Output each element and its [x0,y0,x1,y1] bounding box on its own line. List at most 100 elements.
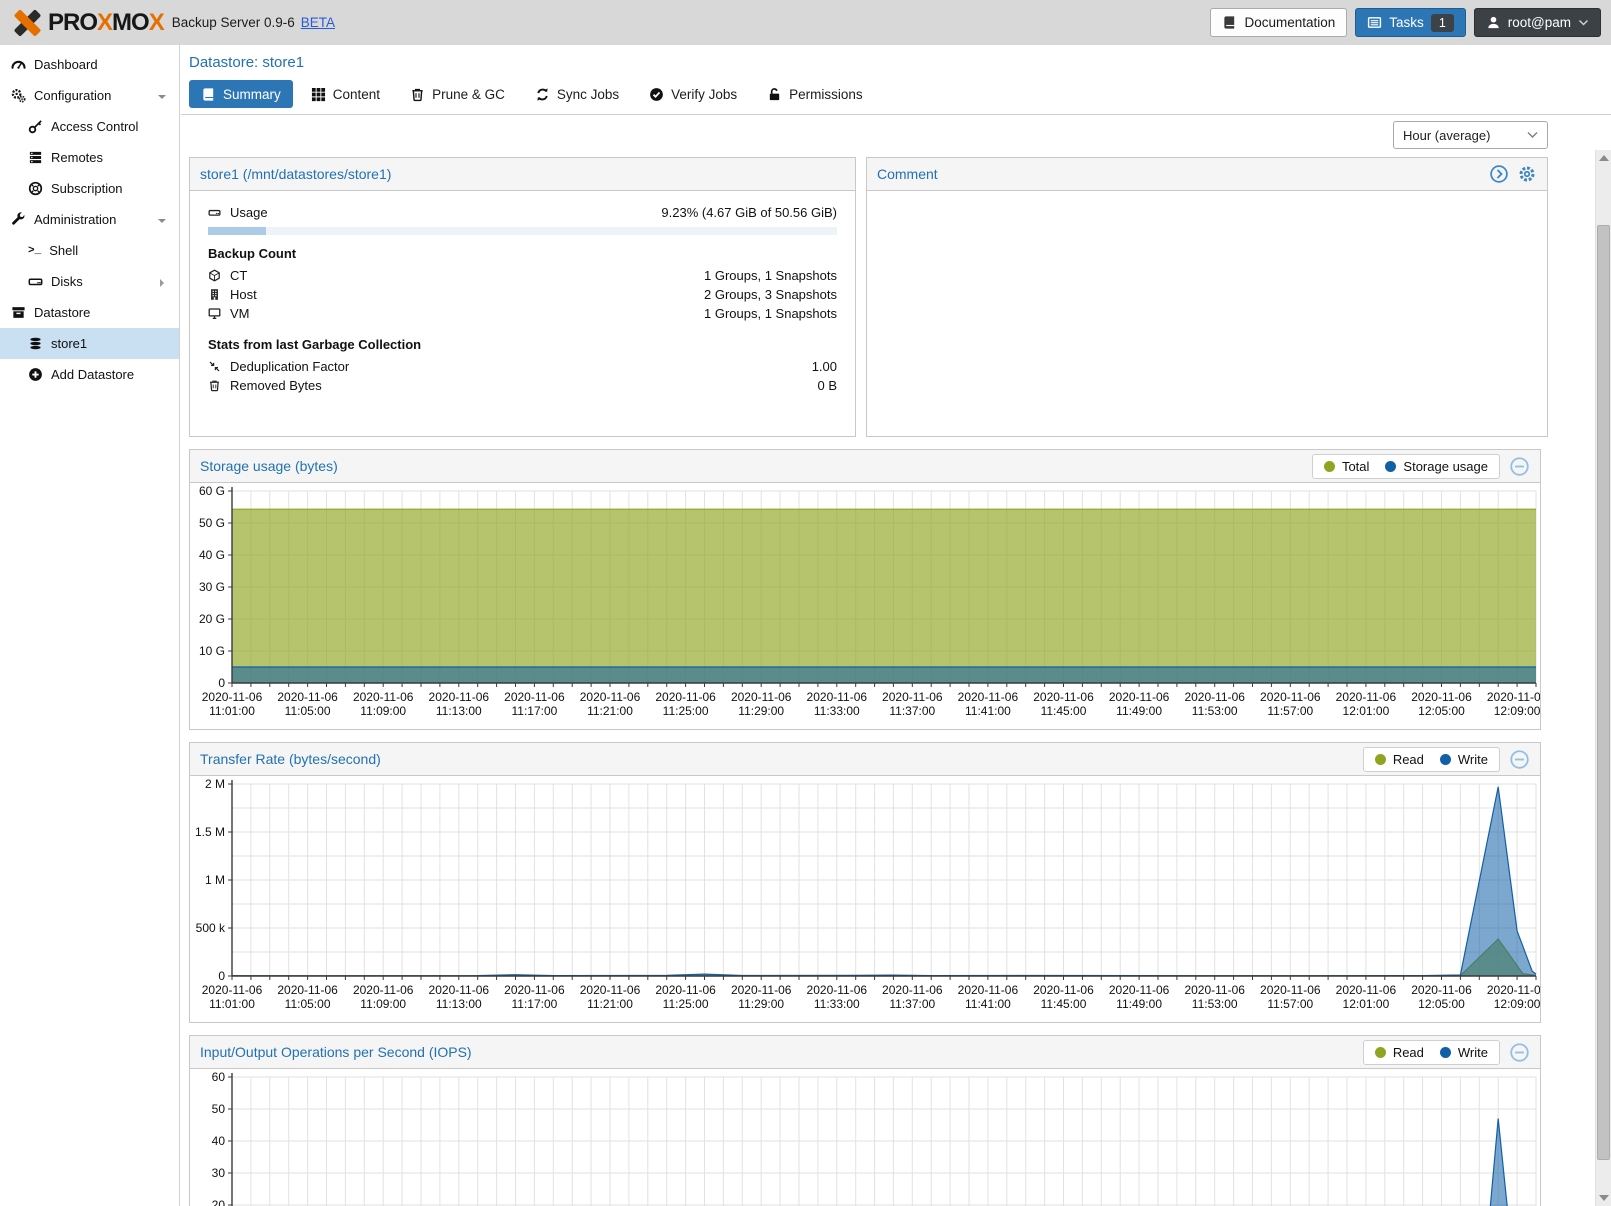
svg-text:2020-11-06: 2020-11-06 [1033,690,1094,704]
legend-item-read[interactable]: Read [1375,1045,1424,1060]
legend-item-total[interactable]: Total [1324,459,1369,474]
collapse-minus-circle-icon[interactable] [1509,749,1530,770]
dedup-label: Deduplication Factor [230,359,349,374]
svg-text:2020-11-06: 2020-11-06 [807,690,868,704]
tab-prune-gc[interactable]: Prune & GC [398,80,517,108]
iops-chart-panel: Input/Output Operations per Second (IOPS… [189,1035,1541,1206]
collapse-minus-circle-icon[interactable] [1509,456,1530,477]
ct-row: CT 1 Groups, 1 Snapshots [208,266,837,285]
proxmox-x-icon [10,6,44,40]
sidebar-item-label: Remotes [51,150,103,165]
vertical-scrollbar[interactable] [1595,150,1611,1206]
tasks-button[interactable]: Tasks 1 [1355,8,1465,37]
svg-text:11:41:00: 11:41:00 [965,997,1011,1011]
storage-usage-chart: 60 G50 G40 G30 G20 G10 G02020-11-0611:01… [190,483,1540,729]
gears-icon [11,88,26,103]
svg-text:11:17:00: 11:17:00 [511,997,557,1011]
svg-text:500 k: 500 k [196,921,226,935]
svg-text:11:13:00: 11:13:00 [436,704,482,718]
svg-text:11:21:00: 11:21:00 [587,704,633,718]
collapse-caret-icon[interactable] [157,214,167,229]
svg-text:60: 60 [212,1070,226,1084]
trash-icon [208,379,230,392]
sidebar-item-add-datastore[interactable]: Add Datastore [0,359,179,390]
chart-title: Input/Output Operations per Second (IOPS… [200,1044,472,1060]
desktop-icon [208,307,230,320]
documentation-button[interactable]: Documentation [1210,8,1347,37]
tab-sync-jobs[interactable]: Sync Jobs [523,80,631,108]
expand-caret-icon[interactable] [157,276,167,291]
tasks-label: Tasks [1389,15,1424,30]
legend-item-write[interactable]: Write [1440,1045,1488,1060]
svg-text:11:13:00: 11:13:00 [436,997,482,1011]
dedup-value: 1.00 [812,359,837,374]
page-title: Datastore: store1 [189,54,1611,71]
svg-text:11:53:00: 11:53:00 [1192,704,1238,718]
tab-permissions[interactable]: Permissions [755,80,875,108]
usage-row: Usage 9.23% (4.67 GiB of 50.56 GiB) [208,203,837,222]
tasks-count-badge: 1 [1431,14,1454,32]
beta-link[interactable]: BETA [301,15,335,30]
legend-dot [1375,754,1386,765]
svg-text:2020-11-06: 2020-11-06 [504,690,565,704]
svg-text:11:45:00: 11:45:00 [1041,704,1087,718]
svg-text:2020-11-06: 2020-11-06 [731,983,792,997]
proxmox-logo: PROXMOX [10,6,164,40]
legend-label: Write [1458,752,1488,767]
svg-text:11:05:00: 11:05:00 [285,704,331,718]
chevron-down-icon [1578,19,1589,27]
scroll-down-arrow[interactable] [1596,1190,1611,1206]
svg-text:11:49:00: 11:49:00 [1116,997,1162,1011]
svg-text:11:37:00: 11:37:00 [889,704,935,718]
sidebar-item-datastore[interactable]: Datastore [0,297,179,328]
svg-text:12:01:00: 12:01:00 [1343,704,1390,718]
sidebar-item-store1[interactable]: store1 [0,328,179,359]
storage-usage-chart-panel: Storage usage (bytes) Total Storage usag… [189,449,1541,730]
sidebar-item-disks[interactable]: Disks [0,266,179,297]
svg-text:2020-11-06: 2020-11-06 [1184,983,1245,997]
tab-verify-jobs[interactable]: Verify Jobs [637,80,749,108]
legend-item-read[interactable]: Read [1375,752,1424,767]
user-menu-button[interactable]: root@pam [1474,8,1601,37]
collapse-caret-icon[interactable] [157,90,167,105]
tab-summary[interactable]: Summary [189,80,293,108]
sidebar: Dashboard Configuration Access Control R… [0,45,180,1206]
sidebar-item-label: Shell [49,243,78,258]
svg-text:2020-11-06: 2020-11-06 [1033,983,1094,997]
usage-value: 9.23% (4.67 GiB of 50.56 GiB) [661,205,837,220]
svg-text:11:25:00: 11:25:00 [663,997,709,1011]
scrollbar-thumb[interactable] [1597,225,1610,1160]
svg-text:2 M: 2 M [205,777,225,791]
svg-text:11:21:00: 11:21:00 [587,997,633,1011]
svg-text:2020-11-06: 2020-11-06 [1260,690,1321,704]
sidebar-item-remotes[interactable]: Remotes [0,142,179,173]
svg-text:11:33:00: 11:33:00 [814,997,860,1011]
transfer-rate-chart-panel: Transfer Rate (bytes/second) Read Write … [189,742,1541,1023]
settings-gear-icon[interactable] [1517,164,1537,184]
chart-legend: Read Write [1363,1040,1500,1065]
legend-item-write[interactable]: Write [1440,752,1488,767]
sidebar-item-administration[interactable]: Administration [0,204,179,235]
collapse-minus-circle-icon[interactable] [1509,1042,1530,1063]
svg-text:2020-11-06: 2020-11-06 [1487,690,1540,704]
sidebar-item-dashboard[interactable]: Dashboard [0,49,179,80]
legend-label: Write [1458,1045,1488,1060]
legend-item-storage-usage[interactable]: Storage usage [1385,459,1488,474]
tab-label: Permissions [789,87,863,102]
sidebar-item-shell[interactable]: >_ Shell [0,235,179,266]
panel-title: store1 (/mnt/datastores/store1) [200,166,391,182]
sidebar-item-subscription[interactable]: Subscription [0,173,179,204]
trash-icon [410,87,425,102]
edit-chevron-circle-icon[interactable] [1489,164,1509,184]
legend-label: Read [1393,752,1424,767]
sidebar-item-configuration[interactable]: Configuration [0,80,179,111]
life-ring-icon [28,181,43,196]
svg-text:2020-11-06: 2020-11-06 [277,690,338,704]
sidebar-item-access-control[interactable]: Access Control [0,111,179,142]
legend-dot [1440,1047,1451,1058]
svg-text:2020-11-06: 2020-11-06 [1184,690,1245,704]
tab-content[interactable]: Content [299,80,392,108]
scroll-up-arrow[interactable] [1596,150,1611,166]
svg-text:50 G: 50 G [199,516,225,530]
time-range-select[interactable]: Hour (average) [1393,121,1548,149]
